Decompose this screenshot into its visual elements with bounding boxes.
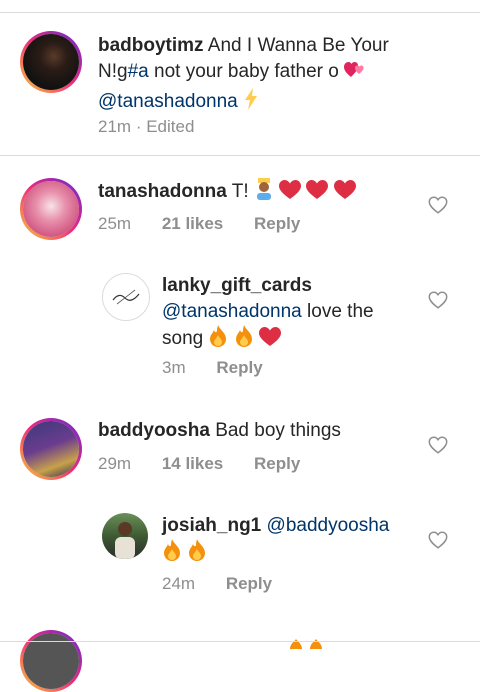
fire-emoji-icon: [290, 636, 330, 654]
comment-text: lanky_gift_cards @tanashadonna love the …: [162, 273, 442, 355]
red-heart-emoji-icon: [333, 180, 356, 208]
fire-emoji-icon: [162, 539, 182, 569]
comment-text: baddyoosha Bad boy things: [98, 418, 341, 444]
person-emoji-icon: [254, 178, 274, 208]
likes-count[interactable]: 14 likes: [162, 454, 223, 473]
mention-link[interactable]: @baddyoosha: [267, 515, 390, 536]
comment-username[interactable]: lanky_gift_cards: [162, 275, 312, 296]
post-caption: badboytimz And I Wanna Be Your N!g#a not…: [0, 13, 480, 156]
caption-line2-post: not your baby father o: [148, 61, 345, 82]
reply-button[interactable]: Reply: [216, 358, 262, 377]
caption-username[interactable]: badboytimz: [98, 35, 204, 56]
caption-time: 21m: [98, 117, 132, 136]
red-heart-emoji-icon: [259, 327, 282, 355]
fire-emoji-icon: [234, 325, 254, 355]
avatar[interactable]: [20, 31, 82, 93]
red-heart-emoji-icon: [306, 180, 329, 208]
comment-time: 25m: [98, 214, 132, 233]
top-divider: [0, 0, 480, 13]
hashtag-link[interactable]: #a: [128, 61, 149, 82]
avatar[interactable]: [20, 178, 82, 240]
comment-meta: 25m 21 likes Reply: [98, 214, 300, 234]
lightning-emoji-icon: [243, 88, 259, 118]
comment-body: Bad boy things: [215, 420, 341, 441]
like-heart-icon[interactable]: [427, 289, 449, 311]
comment-body-line2: song: [162, 328, 204, 349]
like-heart-icon[interactable]: [427, 529, 449, 551]
mention-link[interactable]: @tanashadonna: [98, 91, 238, 112]
avatar[interactable]: [20, 418, 82, 480]
comment-meta: 29m 14 likes Reply: [98, 454, 300, 474]
comment-username[interactable]: baddyoosha: [98, 420, 210, 441]
avatar[interactable]: [20, 630, 82, 692]
two-hearts-emoji-icon: [344, 60, 366, 88]
caption-text: badboytimz And I Wanna Be Your N!g#a not…: [98, 33, 458, 118]
caption-line1: And I Wanna Be Your: [207, 35, 389, 56]
comment-body: T!: [231, 181, 249, 202]
edited-label: · Edited: [135, 117, 195, 136]
comment-username[interactable]: josiah_ng1: [162, 515, 261, 536]
fire-emoji-icon: [208, 325, 228, 355]
comment-text: tanashadonna T!: [98, 178, 356, 208]
likes-count[interactable]: 21 likes: [162, 214, 223, 233]
comment-meta: 3m Reply: [162, 358, 263, 378]
comment-meta: 24m Reply: [162, 574, 272, 594]
comment-time: 29m: [98, 454, 132, 473]
red-heart-emoji-icon: [279, 180, 302, 208]
comment-time: 24m: [162, 574, 196, 593]
fire-emoji-icon: [187, 539, 207, 569]
like-heart-icon[interactable]: [427, 194, 449, 216]
comment-username[interactable]: tanashadonna: [98, 181, 227, 202]
comment-text: josiah_ng1 @baddyoosha: [162, 513, 442, 569]
like-heart-icon[interactable]: [427, 434, 449, 456]
avatar[interactable]: [102, 273, 150, 321]
reply-button[interactable]: Reply: [254, 214, 300, 233]
caption-meta: 21m · Edited: [98, 117, 194, 137]
mention-link[interactable]: @tanashadonna: [162, 301, 302, 322]
caption-line2-pre: N!g: [98, 61, 128, 82]
avatar[interactable]: [102, 513, 148, 559]
reply-button[interactable]: Reply: [226, 574, 272, 593]
bottom-divider: [0, 641, 480, 642]
comment-body: love the: [301, 301, 374, 322]
reply-button[interactable]: Reply: [254, 454, 300, 473]
comment-time: 3m: [162, 358, 186, 377]
